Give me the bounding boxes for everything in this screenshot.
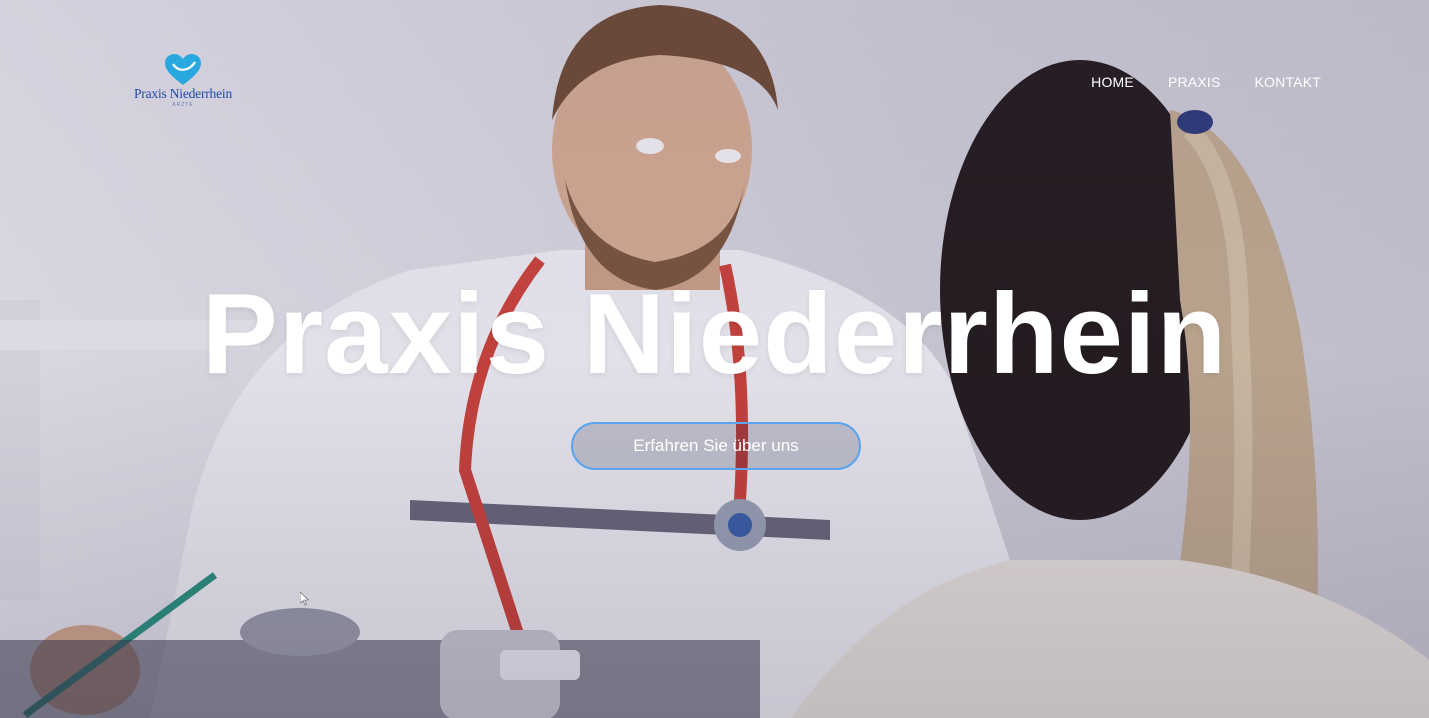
hero-title: Praxis Niederrhein	[201, 271, 1228, 398]
logo-text: Praxis Niederrhein	[134, 86, 232, 101]
hero-section: Praxis Niederrhein ARZTE HOME PRAXIS KON…	[0, 0, 1429, 718]
site-logo[interactable]: Praxis Niederrhein ARZTE	[128, 52, 238, 112]
logo-subtext: ARZTE	[172, 102, 194, 108]
heart-logo-icon	[165, 54, 201, 85]
mouse-pointer-icon	[300, 592, 310, 606]
nav-item-home[interactable]: HOME	[1091, 74, 1134, 90]
nav-item-praxis[interactable]: PRAXIS	[1168, 74, 1221, 90]
main-nav: HOME PRAXIS KONTAKT	[1091, 74, 1321, 90]
nav-item-kontakt[interactable]: KONTAKT	[1255, 74, 1321, 90]
learn-more-button[interactable]: Erfahren Sie über uns	[571, 422, 861, 470]
